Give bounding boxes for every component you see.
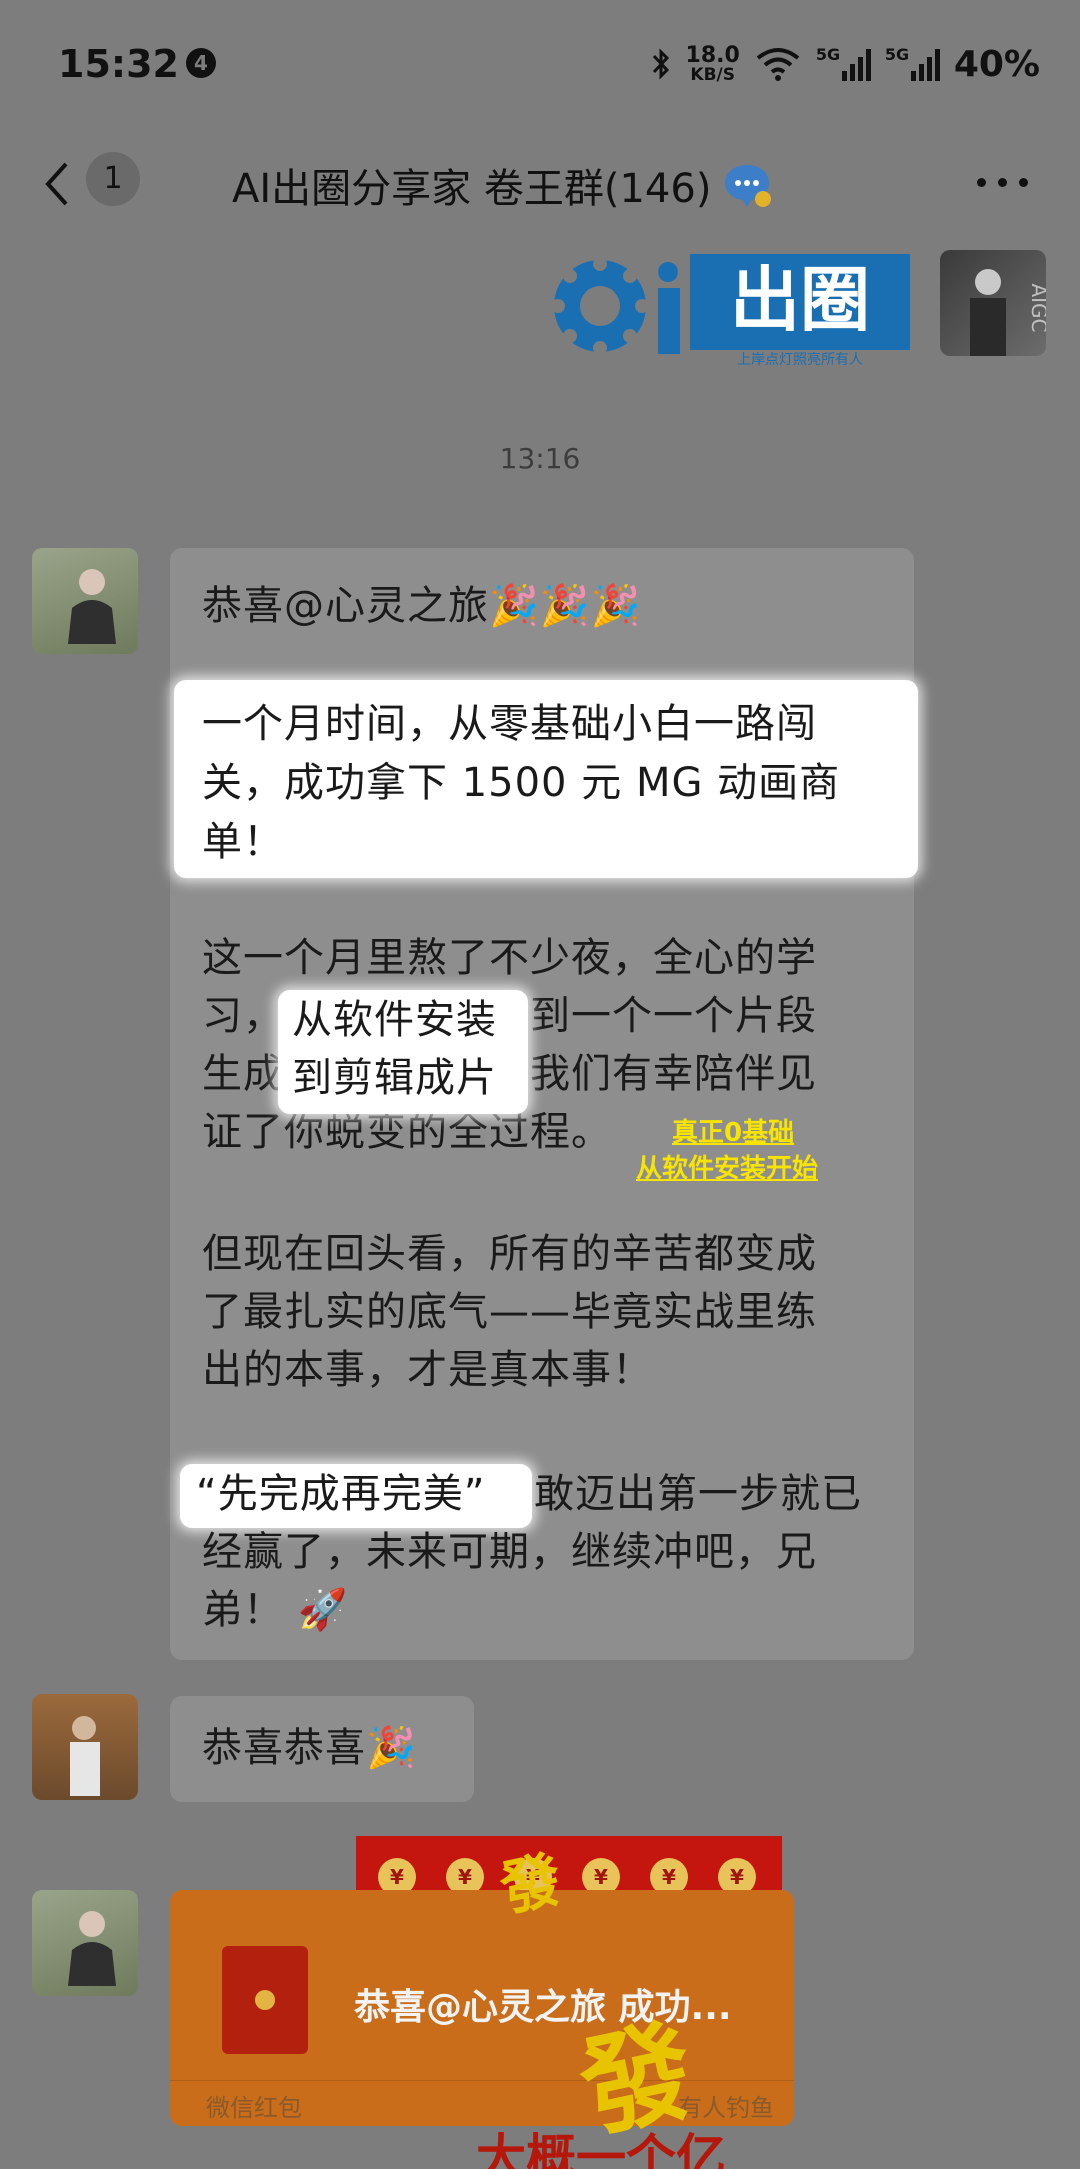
- message-line: 出的本事，才是真本事！: [202, 1347, 653, 1393]
- my-avatar[interactable]: AIGC: [940, 250, 1046, 356]
- rocket-icon: 🚀: [284, 1587, 349, 1633]
- message-line: 弟！ 🚀: [202, 1587, 349, 1633]
- red-packet-divider: [170, 2080, 794, 2081]
- message-line: 一个月时间，从零基础小白一路闯: [202, 701, 817, 747]
- party-popper-icon: 🎉: [366, 1725, 417, 1771]
- chat-header: 1 AI出圈分享家 卷王群(146): [0, 130, 1080, 242]
- overlay-caption: 大概一个亿: [476, 2129, 726, 2169]
- highlight-text: 到剪辑成片: [292, 1055, 497, 1101]
- highlight-text: 从软件安装: [292, 997, 497, 1043]
- sender-avatar[interactable]: [32, 1890, 138, 1996]
- red-packet-label: 微信红包: [206, 2094, 302, 2122]
- unread-count-badge[interactable]: 1: [86, 152, 140, 206]
- red-packet-icon: [222, 1946, 308, 2054]
- status-icons: 18.0 KB/S 5G 5G 40%: [650, 42, 1040, 86]
- annotation-start-install: 从软件安装开始: [636, 1154, 819, 1184]
- message-line: 关，成功拿下 1500 元 MG 动画商: [202, 760, 841, 806]
- bluetooth-icon: [652, 48, 669, 80]
- message-text: 恭喜恭喜🎉: [202, 1725, 417, 1771]
- status-bar: 15:32 4 18.0 KB/S 5G 5G 40%: [0, 0, 1080, 130]
- message-line: 但现在回头看，所有的辛苦都变成: [202, 1231, 817, 1277]
- message-line: 了最扎实的底气——毕竟实战里练: [202, 1289, 817, 1335]
- message-line: 经赢了，未来可期，继续冲吧，兄: [202, 1529, 817, 1575]
- back-arrow-icon[interactable]: [40, 158, 76, 210]
- person-icon: [68, 1911, 116, 1986]
- sender-avatar[interactable]: [32, 548, 138, 654]
- notification-badge: 4: [186, 48, 216, 78]
- party-popper-icon: 🎉🎉🎉: [489, 583, 642, 629]
- highlight-text: “先完成再完美”: [196, 1471, 486, 1517]
- message-line: 单！: [202, 819, 284, 865]
- logo-brand-text: 出圈: [730, 259, 870, 341]
- battery-level: 40%: [953, 43, 1040, 85]
- red-packet-card[interactable]: 恭喜@心灵之旅 成功... 微信红包 有人钓鱼: [170, 1890, 794, 2126]
- net-speed: 18.0 KB/S: [685, 42, 740, 85]
- sender-avatar[interactable]: [32, 1694, 138, 1800]
- message-line: 这一个月里熬了不少夜，全心的学: [202, 935, 817, 981]
- group-chat-bubble-icon: [725, 165, 772, 207]
- logo-slogan-text: 上岸点灯照亮所有人: [737, 351, 863, 366]
- message-greeting: 恭喜@心灵之旅🎉🎉🎉: [202, 583, 642, 629]
- signal-icon-1: 5G: [816, 45, 871, 81]
- message-line: 敢迈出第一步就已: [534, 1471, 862, 1517]
- status-time: 15:32: [58, 42, 179, 86]
- aichuquan-logo-image[interactable]: 出圈 上岸点灯照亮所有人: [552, 246, 910, 366]
- avatar-aigc-text: AIGC: [1027, 283, 1046, 332]
- more-options-icon[interactable]: [977, 178, 1028, 187]
- person-icon: AIGC: [970, 269, 1046, 356]
- annotation-zero-basis: 真正0基础: [672, 1118, 795, 1148]
- person-icon: [68, 569, 116, 644]
- signal-icon-2: 5G: [885, 45, 940, 81]
- chat-title-area[interactable]: AI出圈分享家 卷王群(146): [232, 156, 773, 214]
- chat-title: AI出圈分享家 卷王群(146): [232, 166, 712, 212]
- chat-timestamp: 13:16: [499, 442, 581, 475]
- wifi-icon: [756, 48, 800, 81]
- person-icon: [70, 1716, 100, 1796]
